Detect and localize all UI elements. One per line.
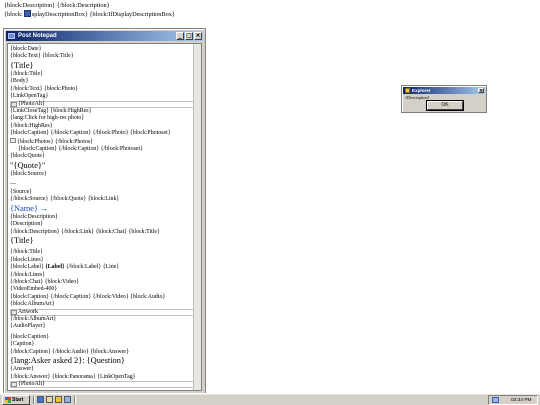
network-icon[interactable] — [492, 397, 499, 403]
taskbar-separator — [33, 396, 35, 404]
content-line: {/block:Chat} {block:Video} — [10, 278, 80, 285]
explorer-dialog: Explorer × {Description} OK — [401, 85, 487, 113]
system-tray: 03:34 PM — [488, 395, 538, 405]
ok-button[interactable]: OK — [427, 101, 463, 110]
content-line: {block:Caption} — [10, 333, 50, 340]
desktop-line2-suffix: splayDescriptionBox} {block:IfDisplayDes… — [31, 11, 175, 18]
folder-icon[interactable] — [55, 396, 62, 403]
content-line: {/block:Title} — [10, 71, 43, 78]
close-button[interactable]: × — [194, 32, 202, 40]
content-line: {/block:Description} {/block:Link} {bloc… — [10, 228, 160, 235]
start-button[interactable]: Start — [2, 395, 30, 405]
highres-link[interactable]: {lang:Click for high-res photo} — [10, 115, 197, 122]
post-content-area[interactable]: {block:Date} {block:Text} {block:Title} … — [7, 43, 202, 391]
content-line: {Answer} — [10, 366, 34, 373]
content-line: {block:Date} — [10, 46, 42, 52]
content-line: {LinkOpenTag} — [10, 93, 49, 100]
content-line: {block:AlbumArt} — [10, 301, 55, 308]
artwork-box: Artwork — [10, 308, 197, 316]
content-line: {VideoEmbed-400} — [10, 286, 58, 293]
broken-image-icon — [10, 137, 16, 143]
content-line: {Caption} — [10, 341, 35, 348]
content-line: {/block:Source} {/block:Quote} {block:Li… — [10, 196, 120, 203]
content-line: {/block:HighRes} — [10, 122, 53, 129]
content-line: {/block:Lines} — [10, 271, 46, 278]
content-line: {block:Caption} {/block:Caption} {/block… — [10, 293, 166, 300]
photo-alt-box: {PhotoAlt} — [10, 100, 197, 109]
quote-text: "{Quote}" — [10, 160, 46, 170]
label-block-close: {/block:Label} {Line} — [65, 264, 120, 271]
panorama-alt-text: {PhotoAlt} — [18, 381, 45, 388]
photo-alt-text: {PhotoAlt} — [18, 100, 45, 107]
desktop-template-line-1: {block:Description} {/block:Description} — [4, 2, 110, 9]
chat-title: {Title} — [10, 236, 34, 246]
media-player-icon[interactable] — [64, 396, 71, 403]
photos-text: {block:Photos} {/block:Photos} — [17, 138, 93, 145]
source-dash: — — [10, 181, 16, 188]
dialog-title: Explorer — [412, 88, 431, 93]
show-desktop-icon[interactable] — [46, 396, 53, 403]
content-line: {block:Caption} {/block:Caption} {/block… — [10, 130, 171, 137]
content-line: {Body} — [10, 78, 29, 85]
maximize-button[interactable]: □ — [185, 32, 193, 40]
notepad-icon — [8, 33, 15, 39]
content-line: {AudioPlayer} — [10, 323, 46, 330]
content-line: {block:Source} — [10, 171, 47, 178]
post-window-titlebar[interactable]: Post Notepad _ □ × — [6, 31, 203, 41]
clock[interactable]: 03:34 PM — [511, 397, 532, 404]
broken-image-icon — [11, 101, 17, 107]
artwork-text: Artwork — [18, 308, 38, 315]
taskbar: Start 03:34 PM — [0, 393, 540, 405]
vertical-scrollbar[interactable] — [193, 44, 201, 390]
photos-line: {block:Photos} {/block:Photos} — [10, 137, 197, 146]
minimize-button[interactable]: _ — [176, 32, 184, 40]
content-line: {/block:Title} — [10, 249, 43, 256]
link-name[interactable]: {Name} → — [10, 204, 197, 214]
content-line: {/block:Caption} {/block:Audio} {block:A… — [10, 348, 130, 355]
start-label: Start — [12, 397, 24, 403]
broken-image-icon — [11, 382, 17, 388]
label-block-open: {block:Label} — [10, 264, 44, 271]
broken-image-icon — [23, 10, 31, 17]
content-line: {block:Description} — [10, 213, 58, 220]
content-line: {Description} — [10, 221, 44, 228]
post-window: Post Notepad _ □ × {block:Date} {block:T… — [3, 28, 206, 394]
taskbar-separator — [74, 396, 76, 404]
window-title: Post Notepad — [18, 33, 57, 39]
desktop-template-line-2: {block: splayDescriptionBox} {block:IfDis… — [4, 10, 175, 19]
dialog-message: {Description} — [405, 95, 430, 100]
content-line: {block:Text} {block:Title} — [10, 53, 74, 60]
content-title: {Title} — [10, 60, 34, 70]
content-line: {block:Caption} {/block:Caption} {/block… — [18, 146, 143, 153]
content-line: {block:Quote} — [10, 153, 45, 160]
chat-label: {Label} — [45, 264, 65, 271]
dialog-close-button[interactable]: × — [478, 88, 484, 94]
answer-question: {lang:Asker asked 2}: {Question} — [10, 356, 125, 365]
desktop-line2-prefix: {block: — [4, 11, 23, 18]
chat-label-line: {block:Label} {Label} {/block:Label} {Li… — [10, 264, 197, 271]
broken-image-icon — [11, 309, 17, 315]
internet-explorer-icon[interactable] — [37, 396, 44, 403]
content-line: {/block:Text} {block:Photo} — [10, 85, 78, 92]
content-line: {/block:Answer} {block:Panorama} {LinkOp… — [10, 373, 136, 380]
windows-logo-icon — [5, 397, 11, 403]
content-line: {Source} — [10, 188, 33, 195]
explorer-icon — [405, 88, 410, 93]
content-line: {/block:AlbumArt} — [10, 315, 57, 322]
content-line: {block:Lines} — [10, 256, 44, 263]
post-content: {block:Date} {block:Text} {block:Title} … — [10, 46, 197, 389]
panorama-alt-box: {PhotoAlt} — [10, 381, 197, 389]
dialog-titlebar[interactable]: Explorer × — [403, 87, 485, 94]
